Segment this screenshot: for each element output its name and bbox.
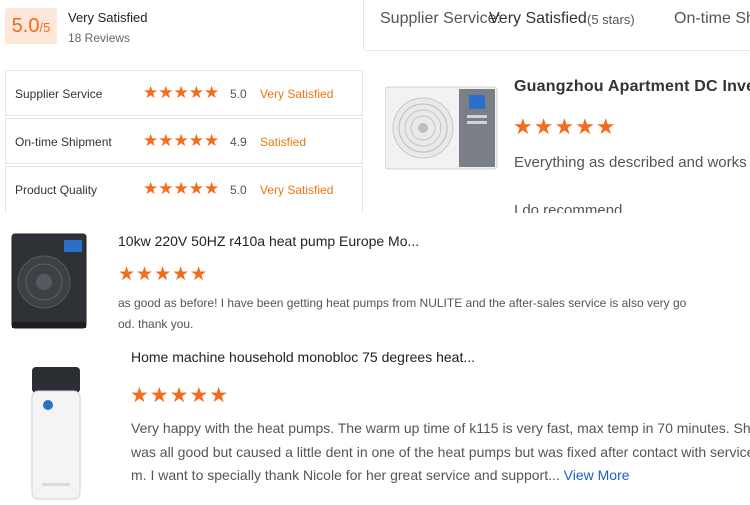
review3-stars: ★★★★★ <box>130 384 230 407</box>
review3-text-line3: m. I want to specially thank Nicole for … <box>131 467 630 483</box>
rating-label: Product Quality <box>15 183 98 197</box>
review3-product-image[interactable] <box>22 363 92 500</box>
review1-title[interactable]: Guangzhou Apartment DC Invert <box>514 78 750 96</box>
review3-text-line3-content: m. I want to specially thank Nicole for … <box>131 467 560 483</box>
review-count[interactable]: 18 Reviews <box>68 31 130 45</box>
rating-score: 5.0 <box>230 183 247 197</box>
rating-stars: ★★★★★ <box>143 131 220 150</box>
panel-divider <box>363 0 364 50</box>
topbar-supplier-label: Supplier Service: <box>380 10 501 27</box>
rating-score: 4.9 <box>230 135 247 149</box>
overall-satisfaction: Very Satisfied <box>68 10 148 25</box>
review1-stars: ★★★★★ <box>513 114 617 139</box>
view-more-link[interactable]: View More <box>564 467 630 483</box>
rating-stars: ★★★★★ <box>143 179 220 198</box>
rating-label: On-time Shipment <box>15 135 112 149</box>
review3-text-line2: was all good but caused a little dent in… <box>131 444 750 460</box>
overall-score: 5.0 <box>11 15 40 37</box>
review2-text-line2: od. thank you. <box>118 317 194 331</box>
rating-summary-panel: 5.0/5 Very Satisfied 18 Reviews Supplier… <box>0 0 365 215</box>
overall-score-suffix: /5 <box>39 20 51 35</box>
rating-label: Supplier Service <box>15 87 103 101</box>
topbar: Supplier Service: Very Satisfied (5 star… <box>365 0 750 50</box>
rating-row-on-time-shipment: On-time Shipment ★★★★★ 4.9 Satisfied <box>5 118 363 164</box>
review1-text-line1: Everything as described and works ve <box>514 154 750 171</box>
rating-stars: ★★★★★ <box>143 83 220 102</box>
rating-word: Very Satisfied <box>260 183 334 197</box>
review2-product-image[interactable] <box>8 232 92 332</box>
topbar-ontime-label: On-time Ship <box>674 10 750 27</box>
topbar-supplier-stars: (5 stars) <box>587 12 635 27</box>
review3-title[interactable]: Home machine household monobloc 75 degre… <box>131 349 475 365</box>
topbar-supplier-value: Very Satisfied <box>489 10 587 27</box>
review2-text-line1: as good as before! I have been getting h… <box>118 296 687 310</box>
rating-row-product-quality: Product Quality ★★★★★ 5.0 Very Satisfied <box>5 166 363 212</box>
rating-word: Satisfied <box>260 135 307 149</box>
review2-title[interactable]: 10kw 220V 50HZ r410a heat pump Europe Mo… <box>118 233 419 249</box>
review-list-card: 10kw 220V 50HZ r410a heat pump Europe Mo… <box>0 213 750 500</box>
review3-text-line1: Very happy with the heat pumps. The warm… <box>131 420 750 436</box>
overall-score-badge: 5.0/5 <box>5 8 57 44</box>
review2-stars: ★★★★★ <box>118 264 209 285</box>
rating-word: Very Satisfied <box>260 87 334 101</box>
rating-score: 5.0 <box>230 87 247 101</box>
topbar-divider <box>365 50 750 51</box>
rating-row-supplier-service: Supplier Service ★★★★★ 5.0 Very Satisfie… <box>5 70 363 116</box>
review1-product-image[interactable] <box>384 83 500 173</box>
